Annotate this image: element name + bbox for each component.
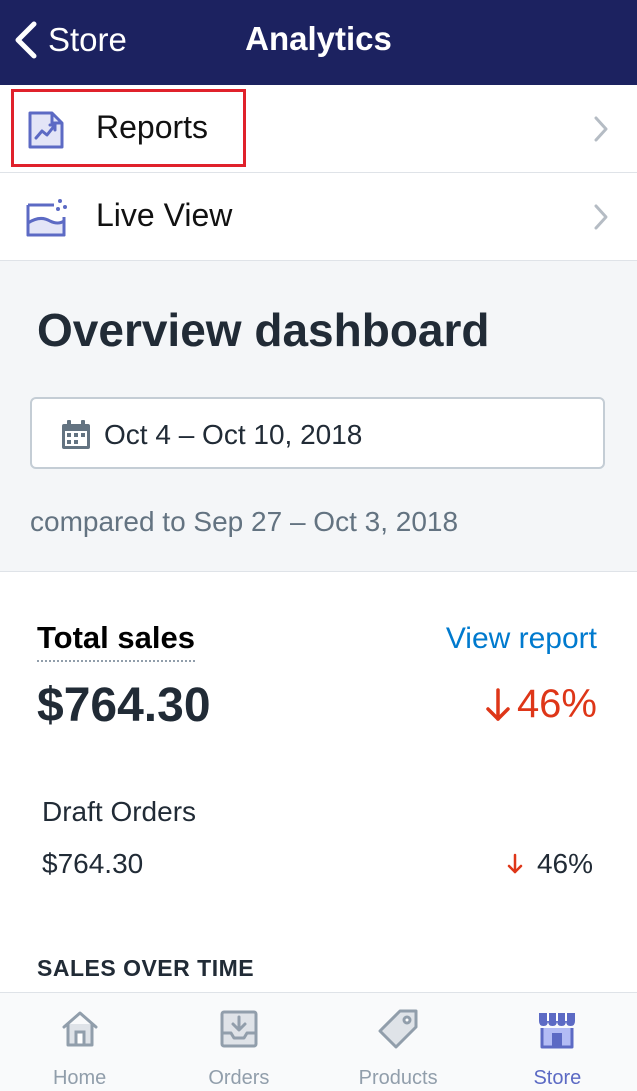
arrow-down-icon: [507, 853, 523, 874]
menu-item-reports[interactable]: Reports: [0, 85, 637, 173]
sales-section: Total sales View report $764.30 46% Draf…: [0, 572, 637, 992]
date-range-picker[interactable]: Oct 4 – Oct 10, 2018: [30, 397, 605, 469]
overview-title: Overview dashboard: [37, 304, 490, 356]
products-icon: [378, 1009, 418, 1049]
tab-home[interactable]: Home: [0, 993, 159, 1091]
analytics-menu: Reports Live View: [0, 85, 637, 261]
menu-item-label: Live View: [96, 197, 233, 233]
menu-item-label: Reports: [96, 109, 209, 145]
total-sales-change-value: 46%: [516, 682, 597, 726]
chevron-right-icon: [594, 116, 608, 142]
draft-orders-change: 46%: [507, 848, 593, 880]
chevron-left-icon: [15, 21, 37, 59]
total-sales-value: $764.30: [37, 679, 211, 732]
comparison-text: compared to Sep 27 – Oct 3, 2018: [30, 506, 459, 537]
date-range-label: Oct 4 – Oct 10, 2018: [104, 419, 363, 450]
store-icon: [539, 1013, 576, 1049]
overview-section: Overview dashboard Oct 4 – Oct 10, 2018 …: [0, 261, 637, 572]
tab-orders[interactable]: Orders: [159, 993, 318, 1091]
tab-products[interactable]: Products: [319, 993, 478, 1091]
back-button[interactable]: Store: [12, 18, 127, 62]
tab-bar: Home Orders Products Store: [0, 992, 637, 1091]
home-icon: [62, 1011, 98, 1047]
live-view-icon: [26, 199, 67, 237]
draft-orders-label: Draft Orders: [42, 796, 197, 827]
tab-label: Home: [52, 1067, 107, 1089]
tab-store[interactable]: Store: [478, 993, 637, 1091]
tab-label: Products: [358, 1067, 438, 1089]
total-sales-label[interactable]: Total sales: [37, 620, 195, 662]
total-sales-change: 46%: [485, 682, 597, 727]
menu-item-live-view[interactable]: Live View: [0, 173, 637, 261]
tab-label: Orders: [208, 1067, 270, 1089]
orders-icon: [220, 1010, 258, 1048]
chevron-right-icon: [594, 204, 608, 230]
reports-icon: [28, 111, 64, 149]
sales-over-time-heading: SALES OVER TIME: [37, 955, 255, 981]
tab-label: Store: [533, 1067, 582, 1089]
draft-orders-value: $764.30: [42, 848, 144, 879]
calendar-icon: [62, 420, 90, 449]
arrow-down-icon: [486, 687, 510, 721]
view-report-link[interactable]: View report: [446, 622, 597, 656]
back-label: Store: [48, 21, 127, 58]
navbar: Store Analytics: [0, 0, 637, 85]
draft-orders-change-value: 46%: [536, 848, 593, 879]
